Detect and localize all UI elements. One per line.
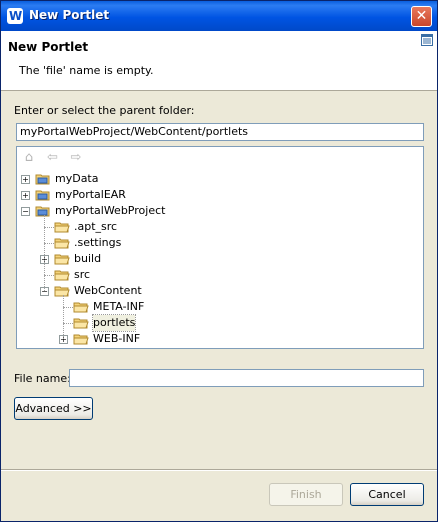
tree-connector — [44, 243, 54, 244]
tree-item[interactable]: .apt_src — [17, 219, 417, 235]
back-icon[interactable]: ⇦ — [45, 151, 61, 165]
tree-item[interactable]: .settings — [17, 235, 417, 251]
wizard-header: New Portlet The 'file' name is empty. — [1, 31, 437, 91]
tree-item[interactable]: + build — [17, 251, 417, 267]
error-message: The 'file' name is empty. — [19, 64, 154, 77]
tree-item-label: myPortalWebProject — [55, 204, 166, 217]
project-icon — [35, 190, 50, 201]
project-icon — [35, 206, 50, 217]
tree-connector — [63, 307, 73, 308]
file-name-label: File name: — [14, 372, 71, 385]
folder-icon — [73, 318, 89, 329]
title-bar[interactable]: W New Portlet ✕ — [1, 1, 437, 31]
folder-icon — [54, 222, 70, 233]
folder-icon — [73, 334, 89, 345]
tree-item[interactable]: portlets — [17, 314, 417, 332]
tree-item-label: myPortalEAR — [55, 188, 126, 201]
window-title: New Portlet — [29, 8, 110, 22]
home-icon[interactable]: ⌂ — [21, 151, 37, 165]
folder-icon — [73, 302, 89, 313]
tree-connector — [63, 323, 73, 324]
tree-item-label: portlets — [91, 314, 137, 332]
tree-item-label: src — [74, 268, 91, 281]
wizard-banner-icon — [421, 34, 433, 46]
tree-item-label: WEB-INF — [93, 332, 141, 345]
close-button[interactable]: ✕ — [411, 6, 432, 27]
finish-button[interactable]: Finish — [269, 483, 343, 506]
page-title: New Portlet — [8, 40, 89, 54]
folder-icon — [54, 254, 70, 265]
tree-connector — [44, 275, 54, 276]
tree-item-label: build — [74, 252, 102, 265]
new-portlet-dialog: W New Portlet ✕ New Portlet The 'file' n… — [0, 0, 438, 522]
tree-item-label: .settings — [74, 236, 122, 249]
folder-icon — [54, 286, 70, 297]
tree-item[interactable]: − myPortalWebProject — [17, 203, 417, 219]
tree-connector — [63, 295, 64, 339]
file-name-input[interactable] — [69, 369, 424, 387]
tree-item-label: myData — [55, 172, 99, 185]
project-icon — [35, 174, 50, 185]
button-separator — [1, 469, 437, 471]
folder-icon — [54, 270, 70, 281]
tree-item-label: .apt_src — [74, 220, 118, 233]
tree-item[interactable]: − WebContent — [17, 283, 417, 299]
tree-item[interactable]: + myData — [17, 171, 417, 187]
advanced-button[interactable]: Advanced >> — [14, 397, 93, 420]
tree-toolbar: ⌂ ⇦ ⇨ — [21, 151, 88, 167]
folder-icon — [54, 238, 70, 249]
tree-item[interactable]: + myPortalEAR — [17, 187, 417, 203]
tree-connector — [44, 227, 54, 228]
cancel-button[interactable]: Cancel — [350, 483, 424, 506]
tree-item[interactable]: + WEB-INF — [17, 331, 417, 347]
tree-item[interactable]: src — [17, 267, 417, 283]
parent-folder-label: Enter or select the parent folder: — [14, 104, 195, 117]
folder-tree[interactable]: ⌂ ⇦ ⇨ + myData + myPortalEAR − myPortalWebPro… — [16, 146, 424, 349]
tree-item-label: META-INF — [93, 300, 145, 313]
forward-icon[interactable]: ⇨ — [68, 151, 84, 165]
parent-folder-input[interactable]: myPortalWebProject/WebContent/portlets — [16, 123, 424, 141]
expand-icon[interactable]: + — [21, 191, 30, 200]
app-icon: W — [7, 8, 23, 24]
tree-connector — [44, 215, 45, 291]
tree-item-label: WebContent — [74, 284, 142, 297]
expand-icon[interactable]: + — [21, 175, 30, 184]
collapse-icon[interactable]: − — [21, 207, 30, 216]
tree-item[interactable]: META-INF — [17, 299, 417, 315]
